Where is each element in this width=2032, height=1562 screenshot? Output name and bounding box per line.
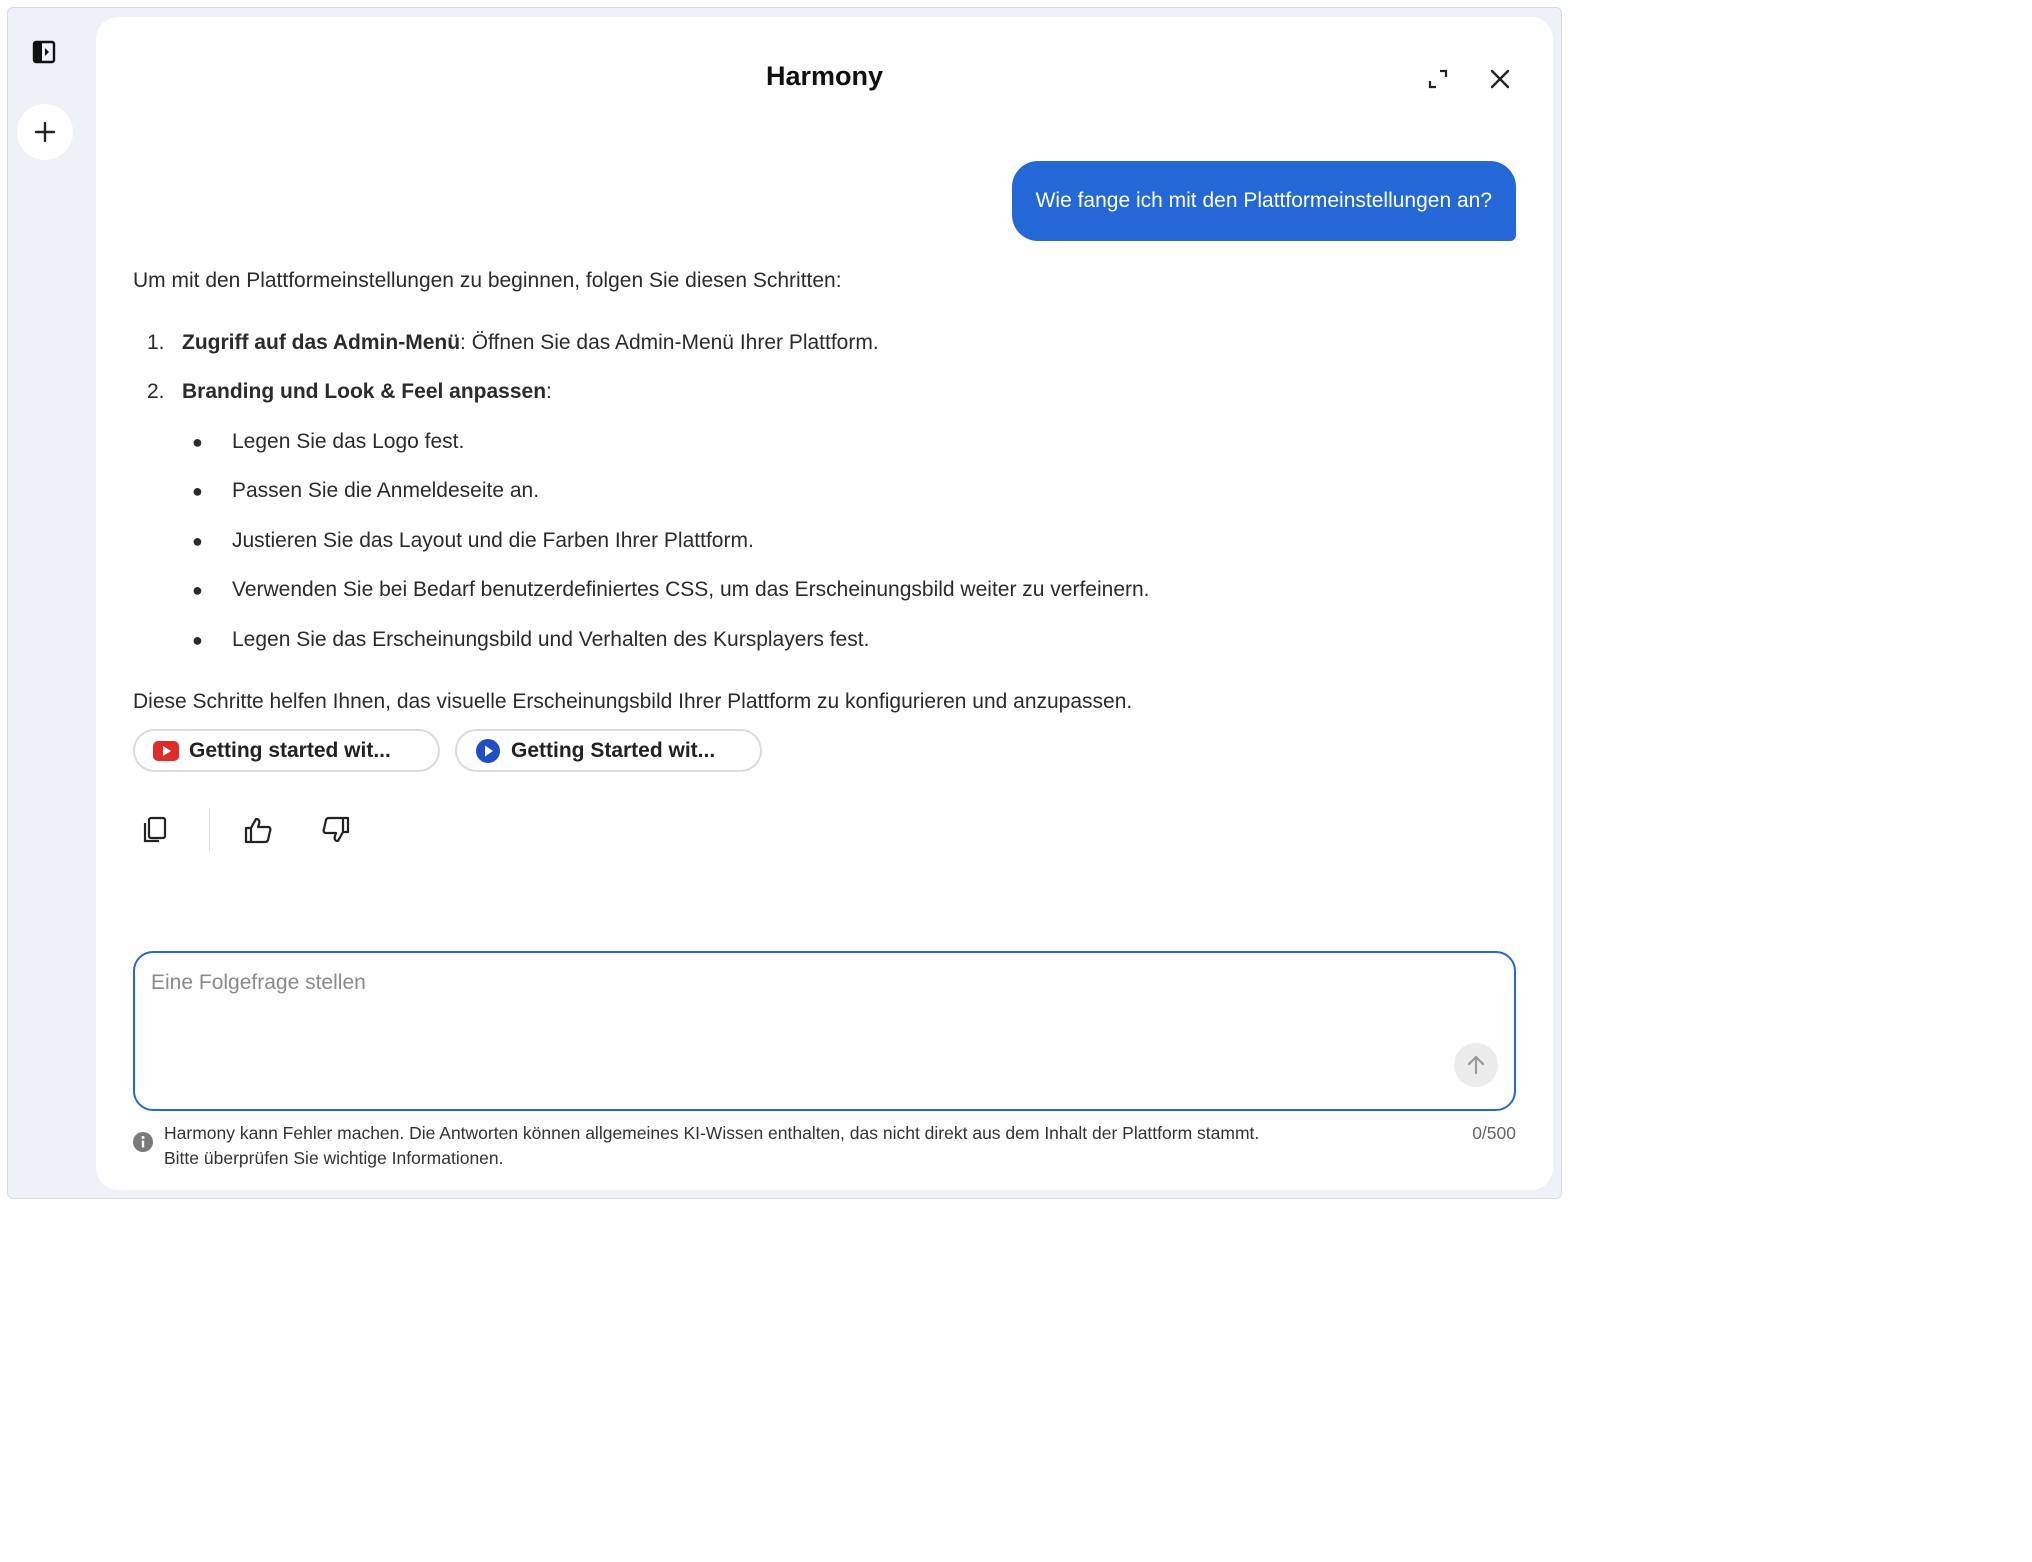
answer-bullet: ● Legen Sie das Logo fest. [192,430,464,454]
send-button[interactable] [1454,1043,1498,1087]
sidebar-toggle-button[interactable] [31,39,57,65]
new-chat-button[interactable] [17,104,73,160]
disclaimer-line: Harmony kann Fehler machen. Die Antworte… [164,1123,1260,1143]
app-window: Harmony Wie fange ich mit den Plattforme… [7,7,1562,1199]
disclaimer: Harmony kann Fehler machen. Die Antworte… [133,1121,1433,1171]
answer-bullet: ● Verwenden Sie bei Bedarf benutzerdefini… [192,578,1150,602]
source-chip-label: Getting Started wit... [511,738,716,762]
step-text: : Öffnen Sie das Admin-Menü Ihrer Plattf… [460,331,879,354]
bullet-icon: ● [192,481,203,501]
answer-intro: Um mit den Plattformeinstellungen zu beg… [133,269,842,292]
dislike-button[interactable] [314,808,358,852]
answer-outro: Diese Schritte helfen Ihnen, das visuell… [133,690,1133,713]
arrow-up-icon [1467,1055,1485,1075]
bullet-icon: ● [192,531,203,551]
source-chip-label: Getting started wit... [189,738,391,762]
chat-panel: Harmony Wie fange ich mit den Plattforme… [96,17,1553,1190]
thumbs-down-icon [322,816,350,843]
thumbs-up-icon [244,817,272,844]
youtube-icon [153,740,179,761]
actions-divider [209,808,210,852]
like-button[interactable] [236,808,280,852]
page-title: Harmony [765,61,884,91]
answer-step: 2. Branding und Look & Feel anpassen: [147,380,552,404]
message-actions [133,807,358,853]
plus-icon [34,121,56,143]
user-message: Wie fange ich mit den Plattformeinstellu… [1011,161,1516,241]
sidebar-toggle-icon [32,40,56,64]
expand-button[interactable] [1422,63,1454,95]
bullet-text: Legen Sie das Logo fest. [232,430,465,453]
bullet-icon: ● [192,580,203,600]
copy-button[interactable] [133,808,177,852]
character-counter: 0/500 [1472,1123,1516,1143]
source-chip-youtube[interactable]: Getting started wit... [133,729,440,772]
info-icon [133,1132,153,1152]
close-icon [1490,69,1510,89]
answer-step: 1. Zugriff auf das Admin-Menü: Öffnen Sie… [147,331,879,355]
follow-up-input[interactable] [151,971,1421,1081]
expand-icon [1428,69,1448,89]
answer-bullet: ● Justieren Sie das Layout und die Farben… [192,529,754,553]
composer [133,951,1516,1111]
bullet-text: Passen Sie die Anmeldeseite an. [232,479,540,502]
side-rail [8,8,96,1198]
disclaimer-line: Bitte überprüfen Sie wichtige Informatio… [164,1148,504,1168]
answer-bullet: ● Passen Sie die Anmeldeseite an. [192,479,539,503]
bullet-icon: ● [192,432,203,452]
answer-bullet: ● Legen Sie das Erscheinungsbild und Verh… [192,628,869,652]
step-text: : [546,380,552,403]
step-title: Branding und Look & Feel anpassen [182,380,547,403]
step-number: 2. [147,380,165,403]
source-list: Getting started wit... Getting Started w… [133,729,762,772]
play-circle-icon [475,738,501,764]
copy-icon [143,816,167,843]
bullet-text: Justieren Sie das Layout und die Farben … [232,529,754,552]
step-title: Zugriff auf das Admin-Menü [182,331,461,354]
source-chip-video[interactable]: Getting Started wit... [455,729,762,772]
close-button[interactable] [1484,63,1516,95]
step-number: 1. [147,331,165,354]
bullet-text: Verwenden Sie bei Bedarf benutzerdefinie… [232,578,1150,601]
bullet-text: Legen Sie das Erscheinungsbild und Verha… [232,628,870,651]
bullet-icon: ● [192,630,203,650]
